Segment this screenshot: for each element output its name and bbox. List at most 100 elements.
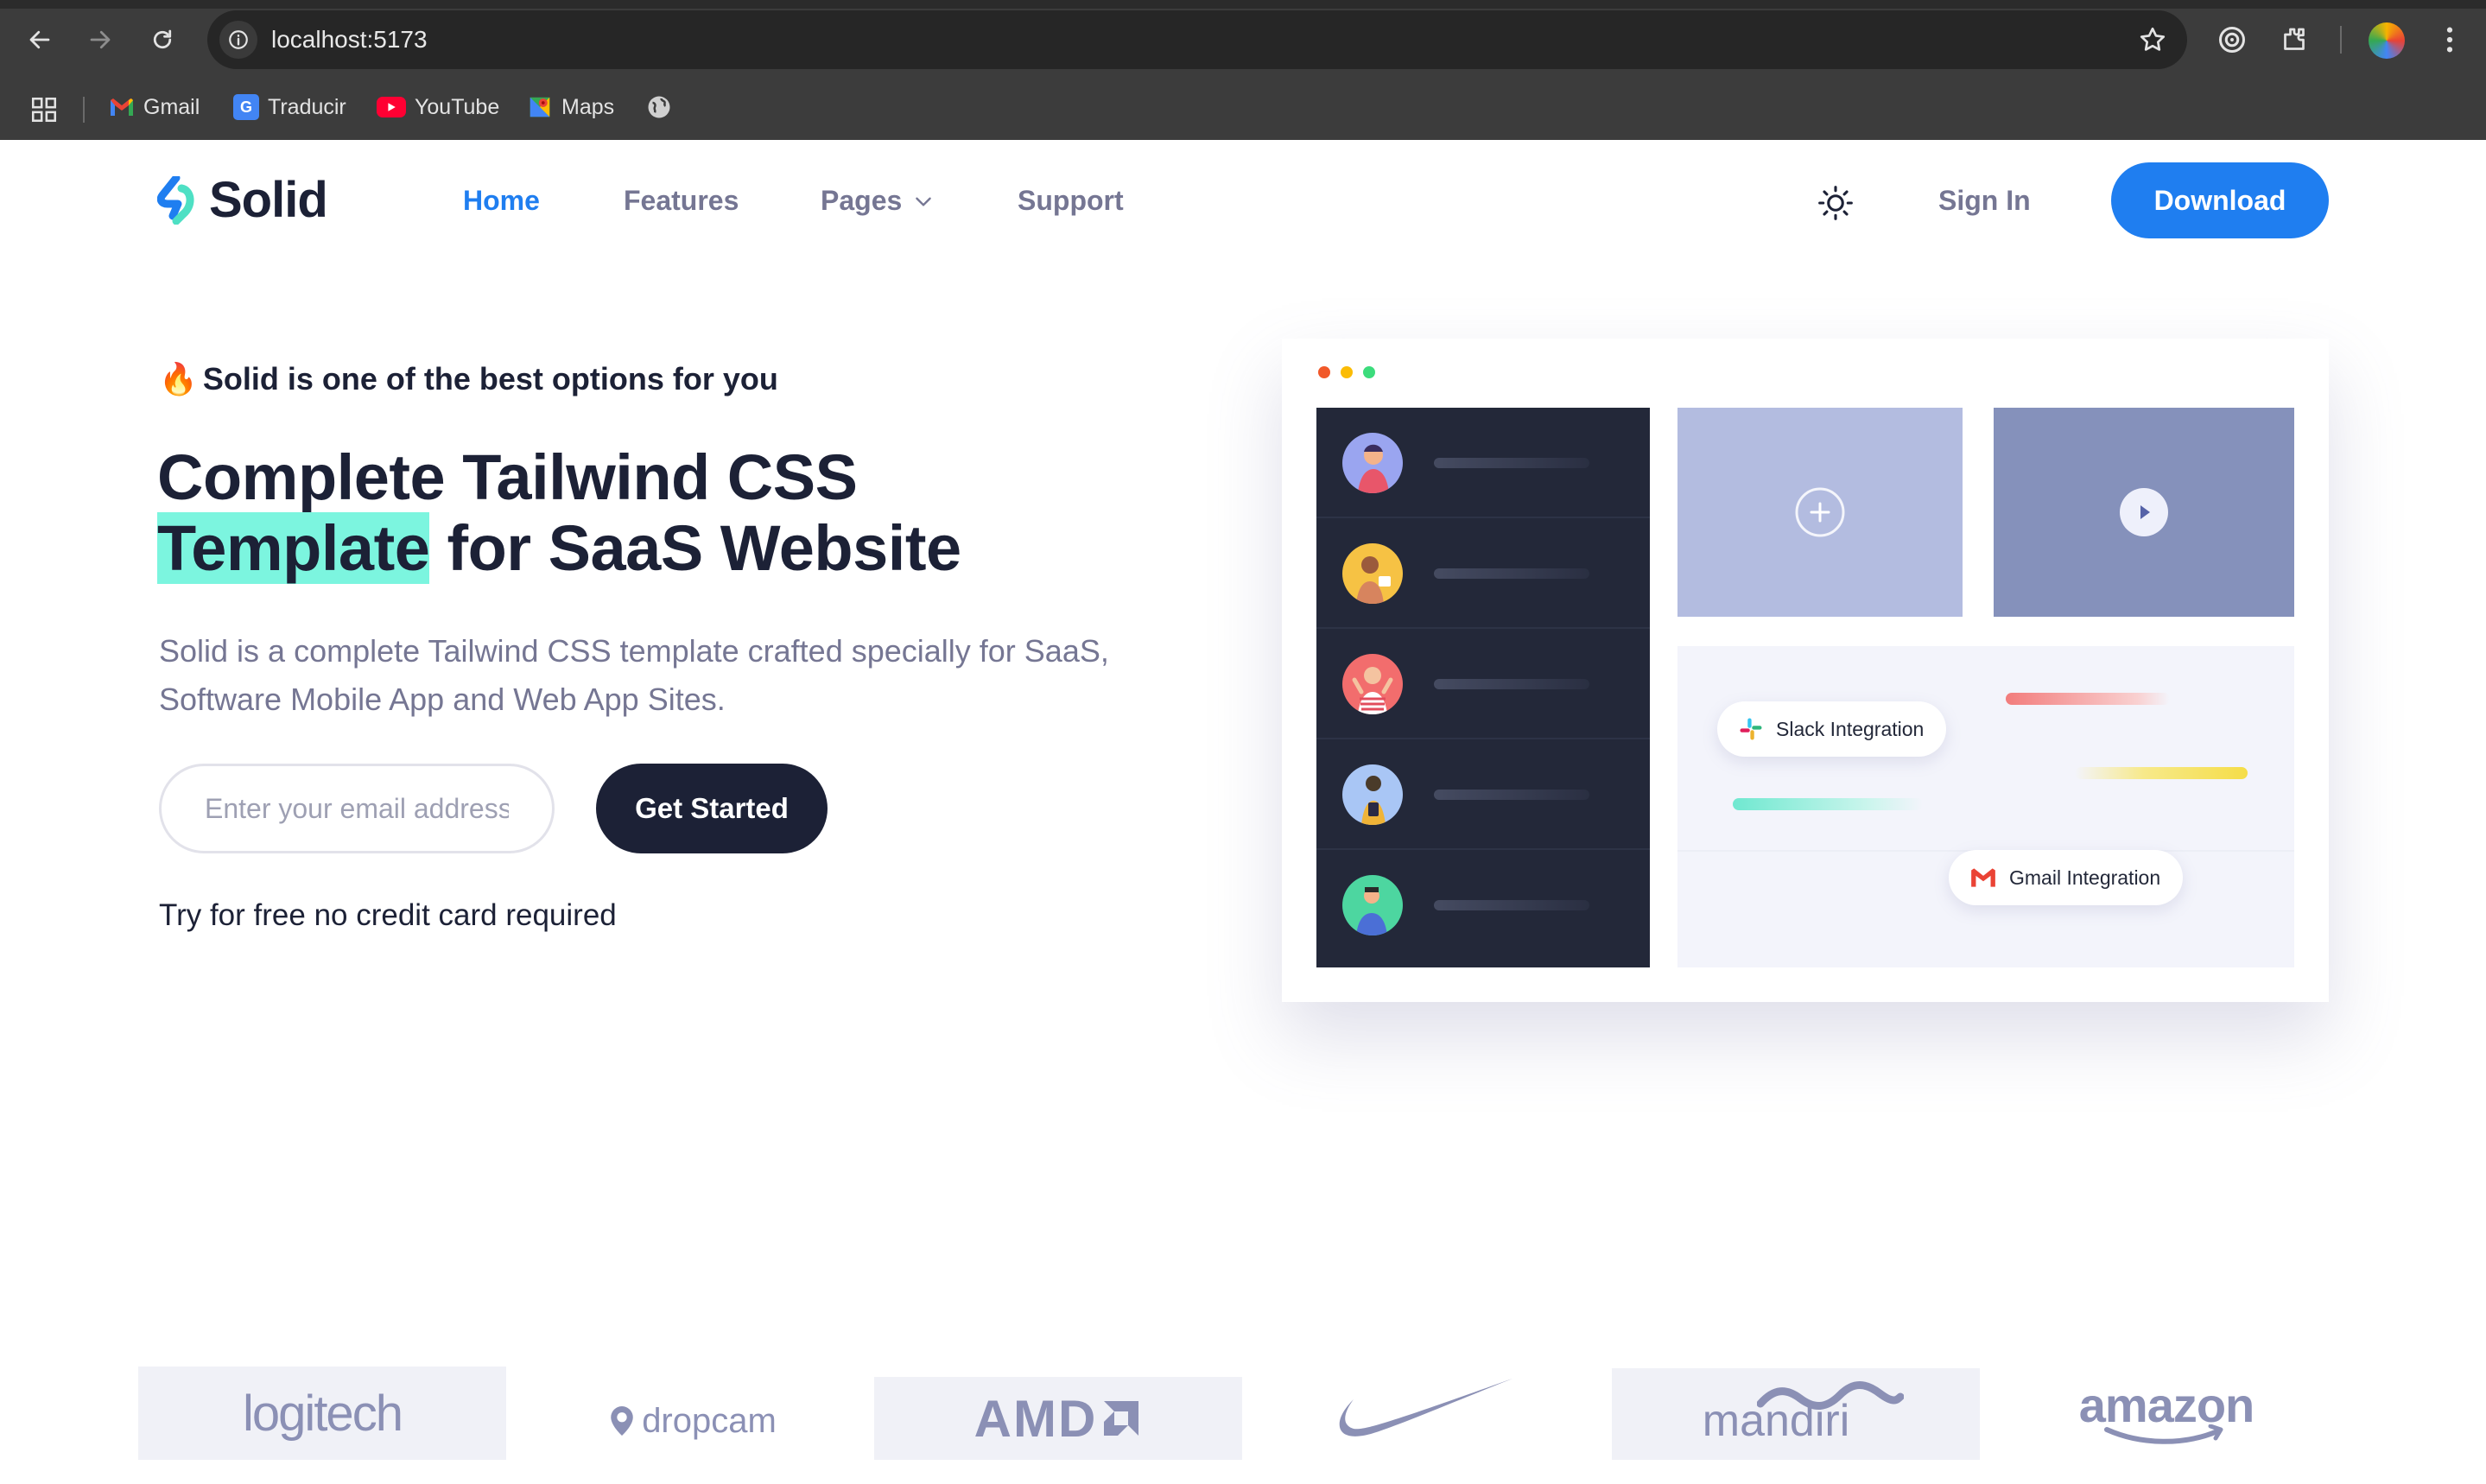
bookmark-youtube[interactable]: YouTube [377, 90, 499, 124]
plus-circle-icon [1795, 487, 1845, 537]
amd-arrow-icon [1104, 1401, 1139, 1436]
avatar [1342, 654, 1403, 714]
mandiri-text: mandiri [1702, 1396, 1850, 1446]
sign-in-link[interactable]: Sign In [1938, 185, 2031, 217]
dot-green [1363, 366, 1375, 378]
profile-avatar[interactable] [2369, 22, 2405, 59]
hero-title-line1: Complete Tailwind CSS [157, 441, 858, 513]
illustration-add-card [1677, 408, 1963, 617]
nav-support[interactable]: Support [1018, 185, 1124, 217]
gmail-icon [1971, 868, 1995, 887]
download-button[interactable]: Download [2111, 162, 2329, 238]
window-dots [1318, 366, 1375, 378]
fire-icon: 🔥 [159, 361, 198, 396]
play-icon [2120, 488, 2168, 536]
dropcam-logo: dropcam [642, 1401, 777, 1440]
back-button[interactable] [19, 19, 60, 60]
list-item [1316, 629, 1650, 739]
nav-features[interactable]: Features [624, 185, 739, 217]
hero-title: Complete Tailwind CSS Template for SaaS … [157, 442, 1194, 584]
amd-logo: AMD [973, 1389, 1098, 1448]
brand-amd: AMD [874, 1377, 1242, 1460]
list-item [1316, 408, 1650, 518]
dropcam-pin-icon [611, 1406, 633, 1436]
illustration-user-list [1316, 408, 1650, 967]
site-info-icon[interactable] [219, 21, 257, 59]
hero-kicker: 🔥 Solid is one of the best options for y… [159, 361, 778, 397]
hero-description: Solid is a complete Tailwind CSS templat… [159, 633, 1109, 717]
amazon-smile-icon [2104, 1424, 2223, 1444]
toolbar-divider [2340, 26, 2342, 54]
nav-home[interactable]: Home [463, 185, 540, 217]
youtube-icon [377, 97, 406, 117]
bookmark-translate[interactable]: G Traducir [233, 90, 346, 124]
menu-kebab-icon[interactable] [2431, 21, 2469, 59]
bookmark-label: Gmail [143, 94, 200, 119]
nav-pages-label: Pages [821, 185, 903, 216]
get-started-button[interactable]: Get Started [596, 764, 828, 853]
hero-illustration: Slack Integration Gmail Integration [1282, 339, 2329, 1002]
brand-logitech: logitech [138, 1367, 506, 1460]
slack-icon [1740, 718, 1762, 740]
bookmark-label: YouTube [415, 94, 500, 119]
url-text[interactable]: localhost:5173 [271, 26, 428, 54]
brand-dropcam: dropcam [593, 1382, 791, 1460]
placeholder-bar [1434, 900, 1589, 910]
bookmarks-bar: Gmail G Traducir YouTube Maps [0, 85, 2486, 133]
nav-pages[interactable]: Pages [821, 185, 935, 217]
reload-button[interactable] [142, 19, 183, 60]
address-bar[interactable]: localhost:5173 [207, 10, 2187, 69]
list-item [1316, 739, 1650, 850]
avatar [1342, 543, 1403, 604]
extensions-puzzle-icon[interactable] [2275, 21, 2313, 59]
bookmark-label: Traducir [268, 94, 346, 119]
hero-title-highlight: Template [157, 512, 430, 584]
placeholder-bar [1434, 458, 1589, 468]
placeholder-bar [2006, 693, 2170, 705]
logo-text: Solid [209, 172, 328, 228]
dot-red [1318, 366, 1330, 378]
dot-yellow [1341, 366, 1353, 378]
logitech-logo: logitech [243, 1385, 403, 1442]
bookmark-globe[interactable] [646, 90, 672, 124]
placeholder-bar [1434, 790, 1589, 800]
tab-strip [0, 0, 2486, 9]
apps-grid-icon[interactable] [29, 95, 59, 129]
list-item [1316, 850, 1650, 961]
slack-chip-label: Slack Integration [1776, 717, 1925, 740]
hero-kicker-text: Solid is one of the best options for you [202, 361, 778, 396]
hero-title-rest: for SaaS Website [429, 512, 961, 584]
brand-mandiri: mandiri [1612, 1368, 1980, 1460]
bookmark-star-icon[interactable] [2137, 24, 2168, 55]
gmail-icon [109, 94, 135, 120]
solid-logo-icon [157, 175, 194, 225]
mandiri-logo: mandiri [1688, 1381, 1904, 1447]
placeholder-bar [1434, 568, 1589, 579]
avatar [1342, 875, 1403, 935]
placeholder-bar [1733, 798, 1923, 810]
nike-swoosh-icon [1339, 1379, 1513, 1436]
chevron-down-icon [916, 197, 932, 206]
extension-target-icon[interactable] [2213, 21, 2251, 59]
browser-chrome: localhost:5173 Gmail G Traducir YouTube … [0, 0, 2486, 140]
gmail-integration-chip: Gmail Integration [1949, 850, 2184, 905]
arrow-left-icon [29, 30, 50, 49]
bookmark-label: Maps [561, 94, 615, 119]
bookmark-gmail[interactable]: Gmail [109, 90, 200, 124]
bookmarks-separator [83, 97, 85, 123]
translate-icon: G [233, 94, 259, 120]
illustration-video-card [1994, 408, 2294, 617]
theme-toggle[interactable] [1814, 181, 1857, 225]
globe-icon [646, 94, 672, 120]
placeholder-bar [1434, 679, 1589, 689]
maps-icon [527, 94, 553, 120]
site-logo[interactable]: Solid [157, 171, 328, 229]
email-input[interactable] [159, 764, 555, 853]
brand-amazon: amazon [2063, 1370, 2270, 1456]
sun-icon [1818, 186, 1853, 220]
bookmark-maps[interactable]: Maps [527, 90, 614, 124]
placeholder-bar [2075, 767, 2248, 779]
avatar [1342, 764, 1403, 825]
forward-button[interactable] [79, 19, 121, 60]
brand-nike [1330, 1370, 1520, 1453]
